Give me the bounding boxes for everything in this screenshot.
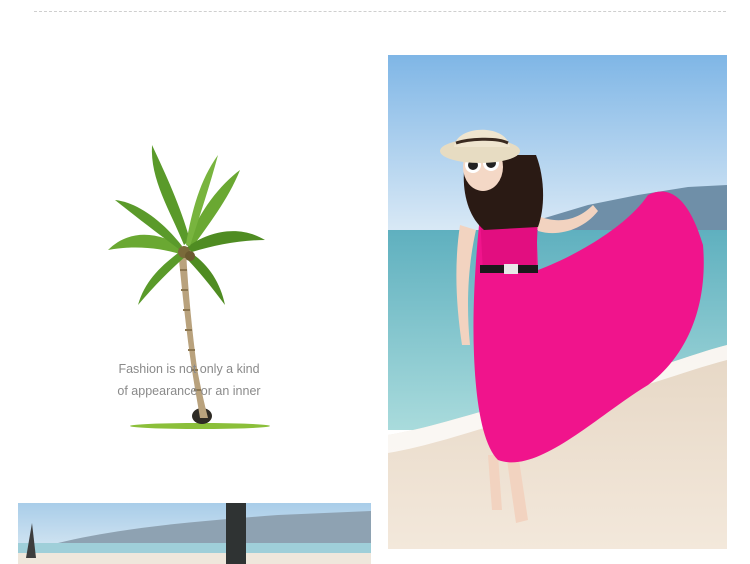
dashed-divider bbox=[34, 11, 726, 12]
beach-photo bbox=[18, 503, 371, 564]
tagline-line-1: Fashion is not only a kind bbox=[118, 362, 260, 376]
model-photo bbox=[388, 55, 727, 549]
tagline-line-2: of appearance or an inner bbox=[117, 384, 261, 398]
